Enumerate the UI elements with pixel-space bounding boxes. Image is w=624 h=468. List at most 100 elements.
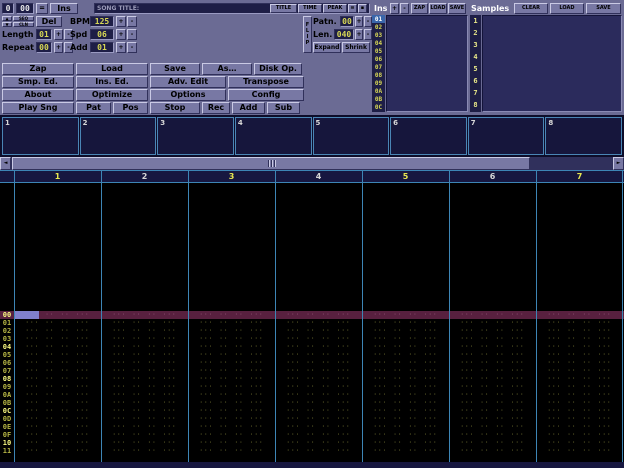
pattern-cell[interactable]: ·········· (449, 319, 536, 327)
pattern-cell[interactable]: ·········· (536, 399, 623, 407)
pattern-cell[interactable]: ·········· (449, 375, 536, 383)
pattern-cell[interactable]: ·········· (188, 319, 275, 327)
instrument-zap-button[interactable]: ZAP (411, 3, 428, 14)
disk-op-button[interactable]: Disk Op. (254, 63, 302, 75)
equals-button[interactable]: = (36, 3, 48, 14)
pattern-cell[interactable]: ·········· (275, 359, 362, 367)
peak-button[interactable]: PEAK (323, 4, 347, 13)
track-slot[interactable]: 4 (235, 117, 312, 155)
track-slot[interactable]: 5 (313, 117, 390, 155)
sample-number[interactable]: 5 (470, 63, 481, 75)
pattern-cell[interactable]: ·········· (449, 383, 536, 391)
pattern-cell[interactable]: ·········· (188, 399, 275, 407)
pattern-cell[interactable]: ·········· (188, 351, 275, 359)
pattern-cell[interactable]: ·········· (101, 335, 188, 343)
sample-editor-button[interactable]: Smp. Ed. (2, 76, 74, 88)
track-slot[interactable]: 8 (545, 117, 622, 155)
instrument-number[interactable]: 03 (372, 31, 385, 39)
pattern-cell[interactable]: ·········· (536, 383, 623, 391)
add-button[interactable]: Add (232, 102, 265, 114)
pattern-cell[interactable]: ·········· (536, 439, 623, 447)
pattern-cell[interactable]: ·········· (14, 343, 101, 351)
pattern-cell[interactable]: ·········· (14, 391, 101, 399)
pattern-cell[interactable]: ·········· (362, 399, 449, 407)
pattern-cell[interactable]: ·········· (362, 359, 449, 367)
pattern-cell[interactable]: ·········· (275, 375, 362, 383)
sample-save-button[interactable]: SAVE (586, 3, 621, 14)
pattern-cell[interactable]: ·········· (101, 415, 188, 423)
pattern-cell[interactable]: ·········· (188, 367, 275, 375)
pattern-cell[interactable]: ·········· (14, 415, 101, 423)
pattern-cell[interactable]: ·········· (449, 447, 536, 455)
insert-position-button[interactable]: Ins (50, 3, 78, 14)
sample-number[interactable]: 7 (470, 87, 481, 99)
sample-clear-button[interactable]: CLEAR (514, 3, 548, 14)
channel-number[interactable]: 1 (14, 171, 101, 182)
pattern-cell[interactable]: ·········· (14, 319, 101, 327)
pattern-cell[interactable]: ·········· (275, 319, 362, 327)
pattern-cell[interactable]: ·········· (188, 439, 275, 447)
play-song-button[interactable]: Play Sng (2, 102, 74, 114)
instrument-number[interactable]: 05 (372, 47, 385, 55)
pattern-cell[interactable]: ·········· (14, 375, 101, 383)
about-button[interactable]: About (2, 89, 74, 101)
channel-number[interactable]: 3 (188, 171, 275, 182)
add-plus-button[interactable]: + (116, 42, 126, 53)
play-pattern-button[interactable]: Pat (76, 102, 111, 114)
sample-number[interactable]: 4 (470, 51, 481, 63)
pattern-cell[interactable]: ·········· (14, 439, 101, 447)
pattern-cell[interactable]: ·········· (362, 439, 449, 447)
pattern-cell[interactable]: ·········· (275, 415, 362, 423)
pattern-cell[interactable]: ·········· (449, 343, 536, 351)
config-button[interactable]: Config (228, 89, 304, 101)
pattern-cell[interactable]: ·········· (536, 367, 623, 375)
advanced-edit-button[interactable]: Adv. Edit (150, 76, 226, 88)
square-icon-button[interactable]: ▪ (358, 4, 367, 13)
scroll-right-button[interactable]: ► (613, 157, 624, 170)
pattern-cell[interactable]: ·········· (101, 359, 188, 367)
load-button[interactable]: Load (76, 63, 148, 75)
pattern-length-plus-button[interactable]: + (355, 29, 363, 40)
save-button[interactable]: Save (150, 63, 200, 75)
instrument-number[interactable]: 06 (372, 55, 385, 63)
pattern-cell[interactable]: ·········· (101, 327, 188, 335)
pattern-cell[interactable]: ·········· (188, 431, 275, 439)
pattern-cell[interactable]: ·········· (188, 343, 275, 351)
pattern-cell[interactable]: ·········· (101, 431, 188, 439)
track-slot[interactable]: 3 (157, 117, 234, 155)
instrument-load-button[interactable]: LOAD (429, 3, 447, 14)
sample-name-list[interactable] (482, 15, 622, 112)
pattern-cell[interactable]: ·········· (101, 399, 188, 407)
bpm-minus-button[interactable]: - (127, 16, 137, 27)
bpm-plus-button[interactable]: + (116, 16, 126, 27)
pattern-cell[interactable]: ·········· (362, 343, 449, 351)
channel-number[interactable]: 6 (449, 171, 536, 182)
pattern-cell[interactable]: ·········· (101, 439, 188, 447)
pattern-cell[interactable]: ·········· (101, 351, 188, 359)
record-button[interactable]: Rec (202, 102, 230, 114)
pattern-cell[interactable]: ·········· (14, 327, 101, 335)
pattern-minus-button[interactable]: - (364, 16, 372, 27)
pattern-cell[interactable]: ·········· (536, 391, 623, 399)
pattern-cell[interactable]: ·········· (362, 407, 449, 415)
sample-number[interactable]: 3 (470, 39, 481, 51)
instrument-number[interactable]: 02 (372, 23, 385, 31)
channel-number[interactable]: 5 (362, 171, 449, 182)
pattern-cell[interactable]: ·········· (101, 367, 188, 375)
pattern-cell[interactable]: ·········· (362, 311, 449, 319)
speed-plus-button[interactable]: + (116, 29, 126, 40)
repeat-plus-button[interactable]: + (54, 42, 63, 53)
pattern-cell[interactable]: ·········· (275, 367, 362, 375)
instrument-editor-button[interactable]: Ins. Ed. (76, 76, 148, 88)
pattern-cell[interactable]: ·········· (275, 335, 362, 343)
pattern-cell[interactable]: ·········· (449, 431, 536, 439)
channel-number[interactable]: 7 (536, 171, 623, 182)
pattern-cell[interactable]: ·········· (14, 447, 101, 455)
pattern-cell[interactable]: ·········· (362, 415, 449, 423)
pattern-cell[interactable]: ·········· (536, 351, 623, 359)
pattern-cell[interactable]: ·········· (536, 375, 623, 383)
pattern-cell[interactable]: ·········· (449, 359, 536, 367)
instrument-number[interactable]: 0B (372, 95, 385, 103)
track-slot[interactable]: 6 (390, 117, 467, 155)
instrument-number[interactable]: 08 (372, 71, 385, 79)
